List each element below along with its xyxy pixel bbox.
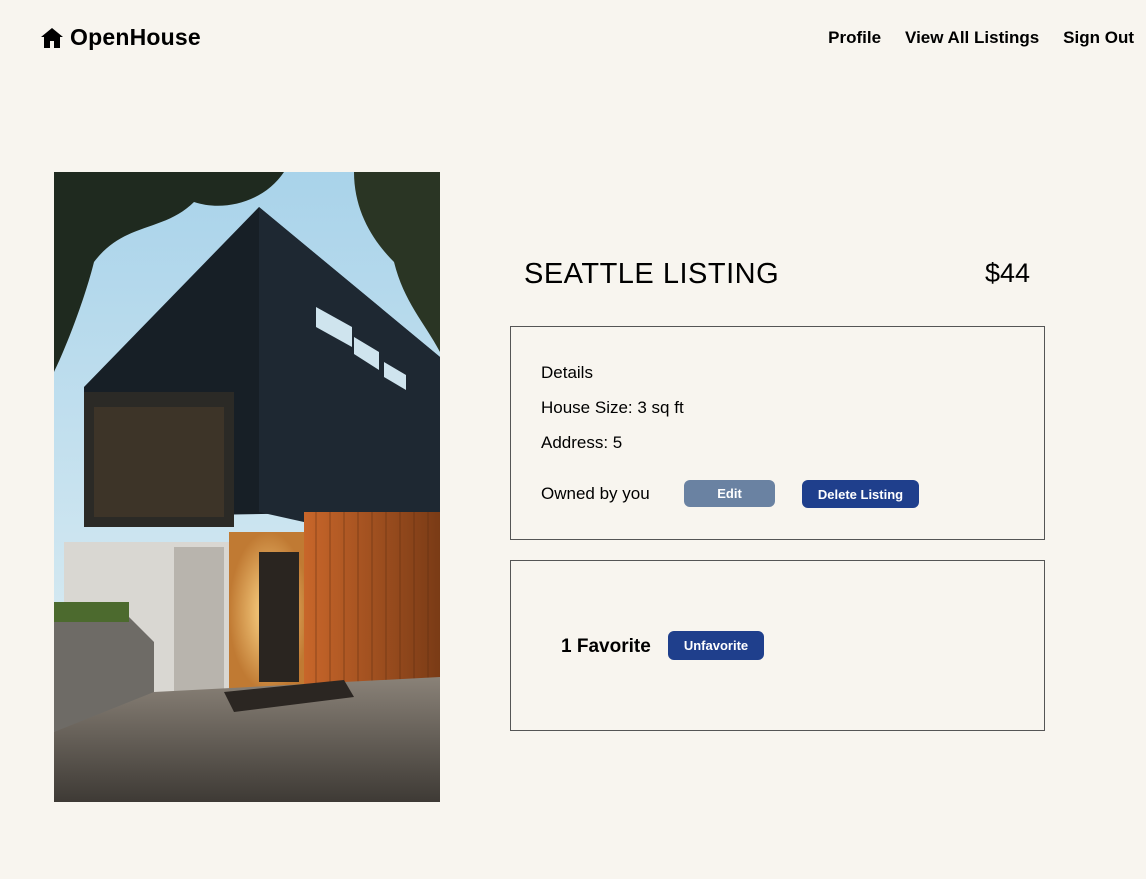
house-size-text: House Size: 3 sq ft (541, 398, 684, 417)
listing-photo (54, 172, 440, 802)
unfavorite-button[interactable]: Unfavorite (668, 631, 764, 660)
nav-view-all-listings-link[interactable]: View All Listings (905, 28, 1039, 48)
main-nav: Profile View All Listings Sign Out (828, 28, 1134, 48)
listing-price: $44 (984, 258, 1030, 288)
details-heading: Details (541, 363, 593, 382)
brand-home-link[interactable]: OpenHouse (40, 24, 201, 51)
edit-button[interactable]: Edit (684, 480, 775, 507)
brand-name: OpenHouse (70, 24, 201, 50)
listing-title: SEATTLE LISTING (524, 258, 780, 290)
favorites-card: 1 Favorite Unfavorite (510, 560, 1045, 731)
details-card: Details House Size: 3 sq ft Address: 5 O… (510, 326, 1045, 540)
owned-by-text: Owned by you (541, 484, 650, 503)
address-text: Address: 5 (541, 433, 623, 452)
nav-profile-link[interactable]: Profile (828, 28, 881, 48)
delete-listing-button[interactable]: Delete Listing (802, 480, 919, 508)
home-icon (41, 27, 63, 48)
top-nav-bar: OpenHouse Profile View All Listings Sign… (0, 0, 1146, 78)
favorite-count: 1 Favorite (561, 636, 651, 657)
nav-sign-out-link[interactable]: Sign Out (1063, 28, 1134, 48)
